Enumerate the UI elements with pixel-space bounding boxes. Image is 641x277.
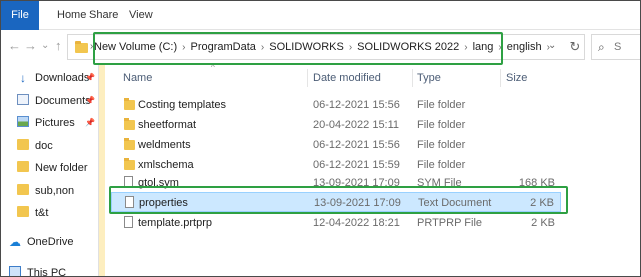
folder-icon [17, 206, 29, 217]
recent-locations-chevron-icon[interactable]: ⌄ [41, 39, 49, 53]
pin-icon: 📌 [85, 73, 95, 82]
file-date: 12-04-2022 18:21 [313, 217, 400, 229]
file-name: weldments [138, 139, 191, 151]
forward-arrow-icon[interactable]: → [24, 39, 37, 53]
sidebar-item-label: Pictures [35, 117, 75, 129]
sidebar-item-documents[interactable]: Documents [17, 92, 91, 110]
sidebar-item-label: This PC [27, 267, 67, 277]
column-header-size[interactable]: Size [506, 72, 527, 84]
file-row[interactable]: sheetformat 20-04-2022 15:11 File folder [111, 115, 561, 135]
file-date: 06-12-2021 15:56 [313, 99, 400, 111]
sidebar-item-sub-non[interactable]: sub,non [17, 182, 74, 200]
file-type: File folder [417, 119, 466, 131]
file-date: 06-12-2021 15:59 [313, 159, 400, 171]
download-icon: ↓ [20, 71, 26, 85]
address-highlight-box [93, 32, 503, 65]
folder-icon [17, 184, 29, 195]
back-arrow-icon[interactable]: ← [8, 39, 21, 53]
tab-view[interactable]: View [129, 1, 153, 30]
column-divider[interactable] [500, 69, 501, 87]
file-explorer-window: File Home Share View ← → ⌄ ↑ › New Volum… [0, 0, 641, 277]
folder-icon [124, 118, 135, 130]
up-arrow-icon[interactable]: ↑ [55, 39, 62, 53]
folder-icon [17, 139, 29, 150]
sidebar-item-label: doc [35, 140, 53, 152]
sidebar-item-label: OneDrive [27, 236, 74, 248]
folder-icon [17, 161, 29, 172]
file-name: template.prtprp [138, 217, 212, 229]
row-highlight-box [109, 186, 568, 214]
sidebar-item-this-pc[interactable]: This PC [9, 264, 67, 277]
sidebar-item-label: New folder [35, 162, 88, 174]
file-icon [124, 216, 133, 228]
search-icon: ⌕ [598, 40, 605, 54]
file-row[interactable]: xmlschema 06-12-2021 15:59 File folder [111, 155, 561, 175]
sidebar-item-onedrive[interactable]: ☁ OneDrive [9, 233, 73, 251]
file-row[interactable]: Costing templates 06-12-2021 15:56 File … [111, 95, 561, 115]
documents-icon [17, 94, 29, 105]
file-type: PRTPRP File [417, 217, 483, 229]
sidebar-item-new-folder[interactable]: New folder [17, 159, 88, 177]
tab-home[interactable]: Home [57, 1, 86, 30]
column-divider[interactable] [307, 69, 308, 87]
file-date: 06-12-2021 15:56 [313, 139, 400, 151]
file-row[interactable]: weldments 06-12-2021 15:56 File folder [111, 135, 561, 155]
breadcrumb-english[interactable]: english [507, 41, 542, 53]
pin-icon: 📌 [85, 118, 95, 127]
file-type: File folder [417, 159, 466, 171]
sidebar-item-downloads[interactable]: ↓ Downloads [17, 69, 89, 87]
column-header-name[interactable]: Name [123, 72, 152, 84]
folder-icon [124, 138, 135, 150]
file-name: xmlschema [138, 159, 194, 171]
folder-icon [75, 41, 88, 53]
pin-icon: 📌 [85, 96, 95, 105]
folder-icon [124, 98, 135, 110]
navigation-pane: ↓ Downloads 📌 Documents 📌 Pictures 📌 doc … [1, 65, 101, 277]
sidebar-item-label: sub,non [35, 185, 75, 197]
sidebar-item-t-and-t[interactable]: t&t [17, 204, 48, 222]
file-date: 20-04-2022 15:11 [313, 119, 400, 131]
tab-share[interactable]: Share [89, 1, 118, 30]
tab-file[interactable]: File [1, 1, 39, 30]
address-history-chevron-icon[interactable]: ⌄ [548, 40, 556, 51]
sidebar-item-label: Downloads [35, 72, 90, 84]
sidebar-item-label: t&t [35, 207, 49, 219]
onedrive-icon: ☁ [9, 235, 21, 249]
sidebar-item-pictures[interactable]: Pictures [17, 114, 75, 132]
file-size: 2 KB [531, 217, 555, 229]
file-row[interactable]: template.prtprp 12-04-2022 18:21 PRTPRP … [111, 213, 561, 233]
pc-icon [9, 266, 21, 276]
sidebar-item-doc[interactable]: doc [17, 137, 53, 155]
folder-icon [124, 158, 135, 170]
refresh-icon[interactable]: ↻ [566, 38, 584, 56]
column-divider[interactable] [412, 69, 413, 87]
file-type: File folder [417, 139, 466, 151]
pane-divider [98, 65, 99, 276]
column-header-type[interactable]: Type [417, 72, 441, 84]
pane-splitter[interactable] [98, 65, 105, 276]
file-name: sheetformat [138, 119, 197, 131]
column-header-date-modified[interactable]: Date modified [313, 72, 381, 84]
sidebar-item-label: Documents [35, 95, 91, 107]
pictures-icon [17, 116, 29, 127]
file-type: File folder [417, 99, 466, 111]
search-placeholder: S [614, 41, 622, 53]
search-input[interactable]: ⌕ S [591, 34, 640, 60]
ribbon: File Home Share View [1, 1, 640, 30]
file-name: Costing templates [138, 99, 227, 111]
